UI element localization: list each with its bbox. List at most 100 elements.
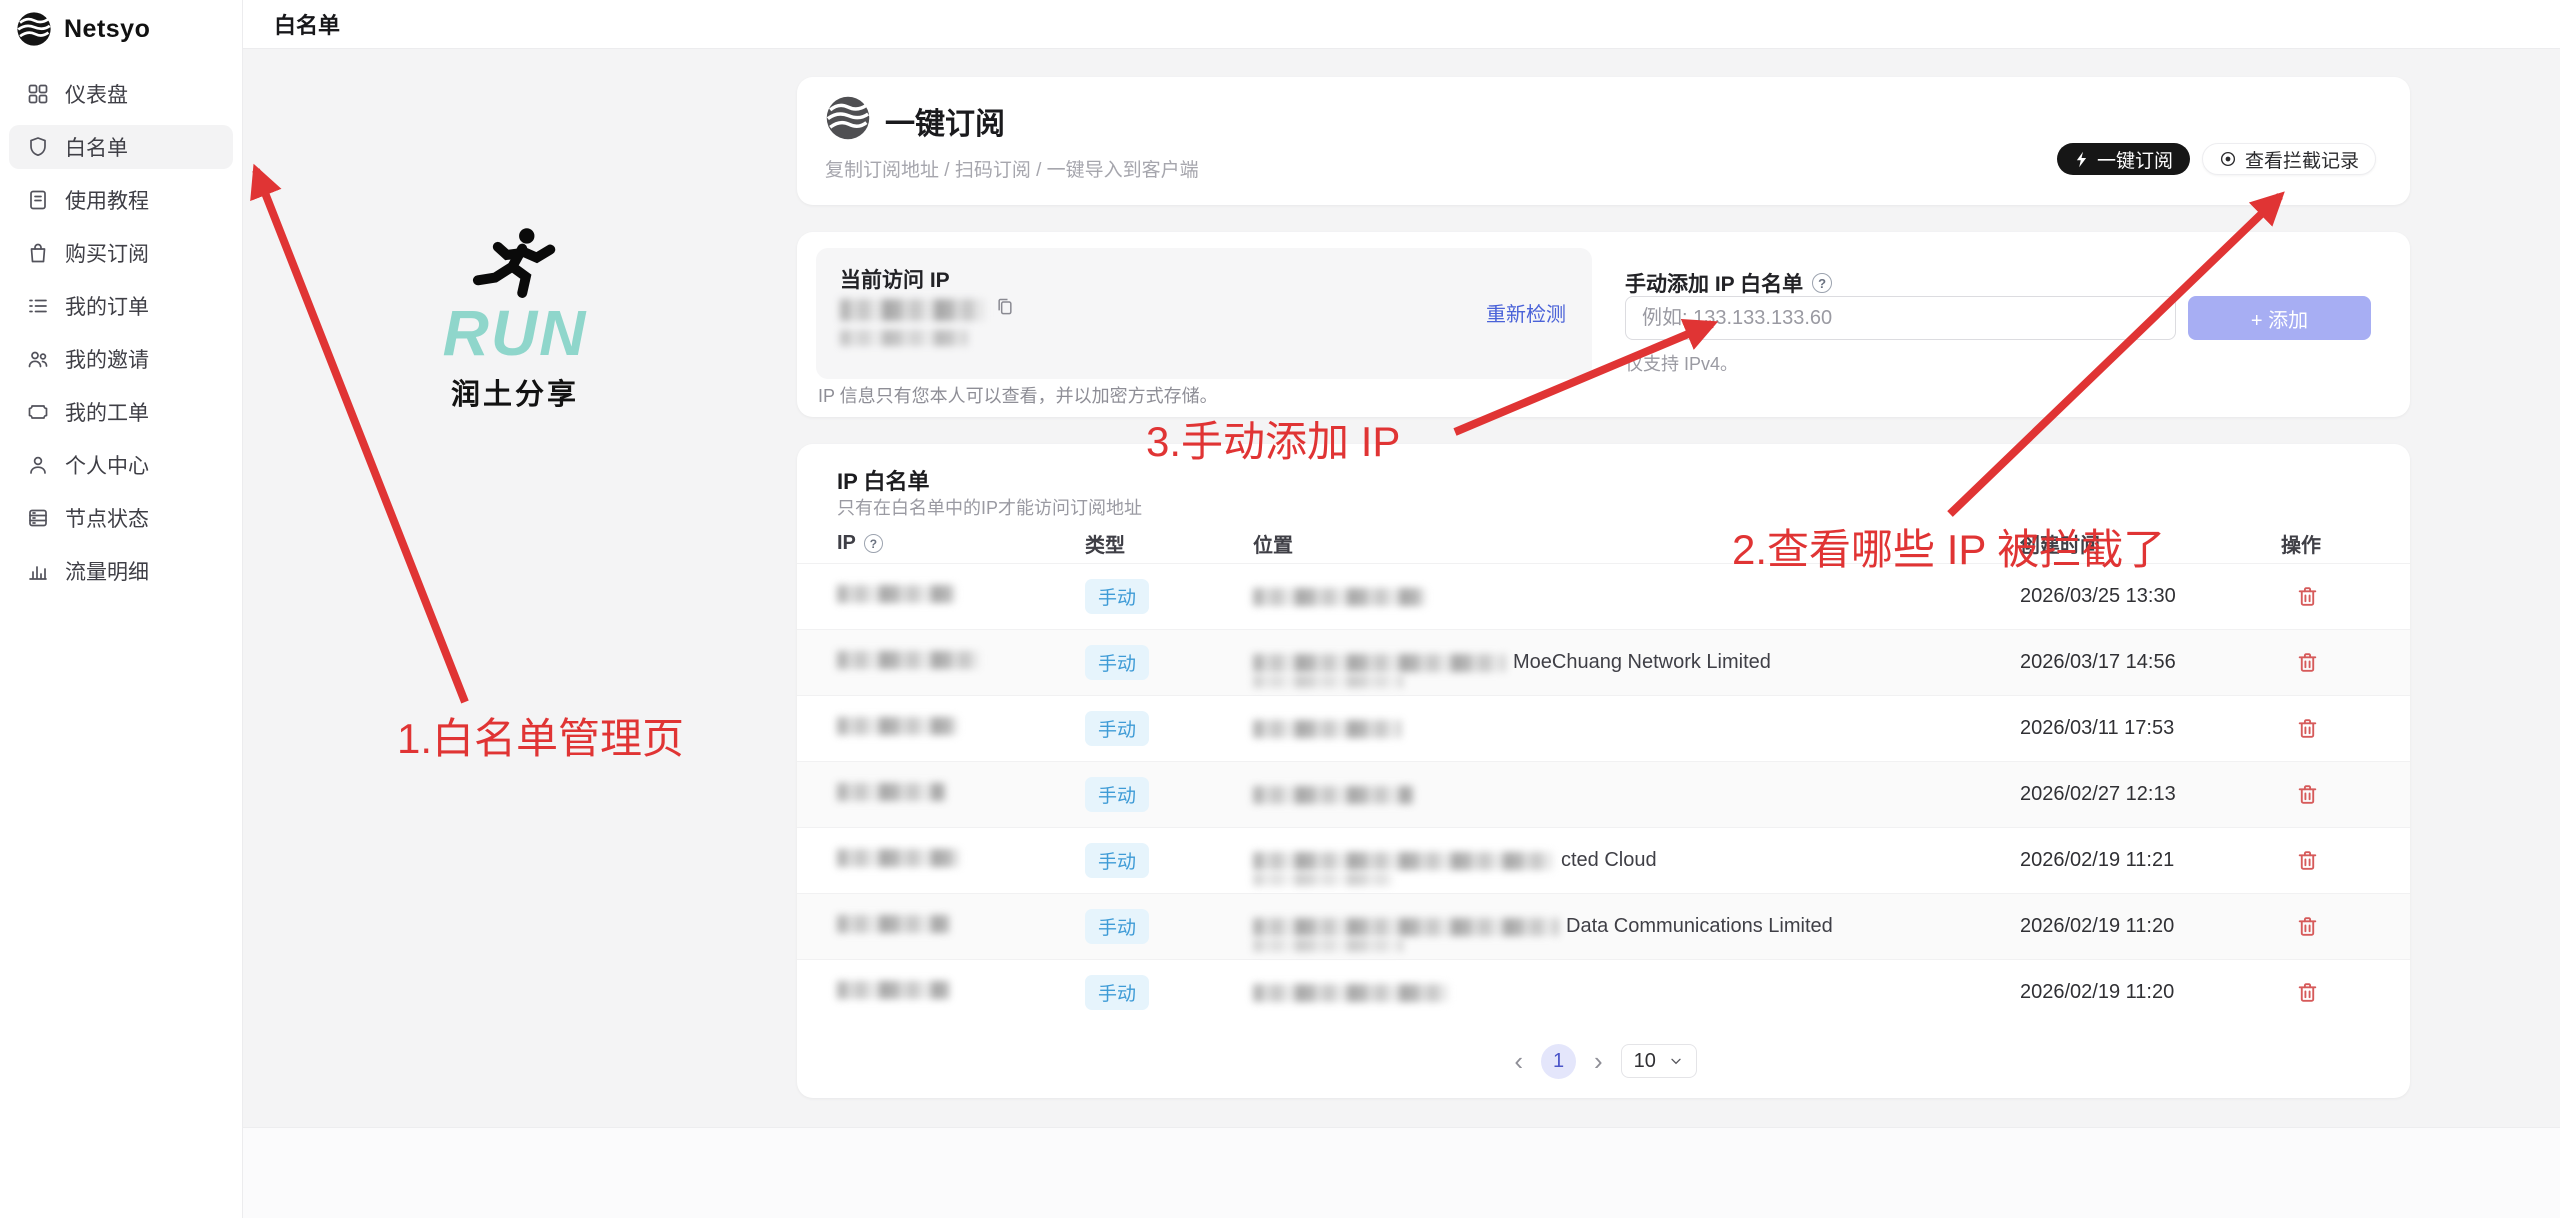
type-badge: 手动 [1085, 579, 1149, 614]
table-row: 手动 2026/03/11 17:53 [797, 695, 2410, 761]
table-row: 手动 Data Communications Limited 2026/02/1… [797, 893, 2410, 959]
current-ip-location [840, 330, 968, 351]
help-icon[interactable]: ? [1812, 273, 1832, 293]
delete-ip-button[interactable] [2291, 779, 2323, 811]
pagination: ‹ 1 › 10 [797, 1024, 2410, 1098]
table-header-row: IP ? 类型 位置 创建时间 操作 [797, 524, 2410, 563]
sidebar-item-node-status[interactable]: 节点状态 [9, 496, 233, 540]
document-icon [26, 188, 50, 212]
type-badge: 手动 [1085, 645, 1149, 680]
type-badge: 手动 [1085, 711, 1149, 746]
delete-ip-button[interactable] [2291, 845, 2323, 877]
location-text: Data Communications Limited [1566, 915, 1833, 938]
copy-icon[interactable] [995, 296, 1015, 323]
run-watermark-title: RUN [430, 301, 600, 365]
sidebar-item-profile[interactable]: 个人中心 [9, 443, 233, 487]
netsyo-globe-icon [825, 95, 871, 146]
delete-ip-button[interactable] [2291, 977, 2323, 1009]
sidebar-nav: 仪表盘 白名单 使用教程 购买订阅 我的订单 我的邀请 [0, 72, 242, 593]
view-blocked-records-button[interactable]: 查看拦截记录 [2202, 143, 2376, 175]
user-icon [26, 453, 50, 477]
delete-ip-button[interactable] [2291, 647, 2323, 679]
prev-page-button[interactable]: ‹ [1510, 1048, 1527, 1074]
sidebar-item-my-invites[interactable]: 我的邀请 [9, 337, 233, 381]
page-number-button[interactable]: 1 [1541, 1044, 1576, 1079]
sidebar-item-label: 节点状态 [65, 503, 149, 533]
trash-icon [2295, 914, 2320, 939]
recheck-link[interactable]: 重新检测 [1486, 298, 1566, 327]
redacted-location [1253, 654, 1505, 672]
current-ip-value [840, 296, 1015, 323]
whitelist-subtitle: 只有在白名单中的IP才能访问订阅地址 [837, 494, 1142, 520]
sidebar-item-traffic-detail[interactable]: 流量明细 [9, 549, 233, 593]
table-row: 手动 2026/02/27 12:13 [797, 761, 2410, 827]
bar-chart-icon [26, 559, 50, 583]
column-header-type: 类型 [1085, 529, 1253, 558]
netsyo-logo-icon [16, 11, 52, 47]
column-header-ip-label: IP [837, 532, 856, 555]
sidebar-item-my-tickets[interactable]: 我的工单 [9, 390, 233, 434]
add-ip-button[interactable]: + 添加 [2188, 296, 2371, 340]
chevron-down-icon [1668, 1053, 1684, 1069]
redacted-location-line2 [1253, 939, 1403, 952]
manual-add-label-row: 手动添加 IP 白名单 ? [1625, 268, 1832, 298]
list-icon [26, 294, 50, 318]
redacted-ip [837, 585, 955, 603]
sidebar-item-buy-subscription[interactable]: 购买订阅 [9, 231, 233, 275]
sidebar-item-dashboard[interactable]: 仪表盘 [9, 72, 233, 116]
run-watermark-caption: 润土分享 [430, 371, 600, 413]
sidebar-item-label: 个人中心 [65, 450, 149, 480]
delete-ip-button[interactable] [2291, 713, 2323, 745]
subscribe-card: 一键订阅 复制订阅地址 / 扫码订阅 / 一键导入到客户端 一键订阅 查看拦截记… [797, 77, 2410, 205]
manual-add-title: 手动添加 IP 白名单 [1625, 268, 1803, 298]
sidebar-item-label: 使用教程 [65, 185, 149, 215]
shopping-bag-icon [26, 241, 50, 265]
created-time: 2026/03/17 14:56 [2020, 651, 2281, 674]
manual-ip-input[interactable] [1625, 296, 2176, 340]
created-time: 2026/02/19 11:21 [2020, 849, 2281, 872]
one-click-subscribe-label: 一键订阅 [2097, 146, 2173, 173]
page-size-value: 10 [1634, 1050, 1656, 1073]
subscribe-subtitle: 复制订阅地址 / 扫码订阅 / 一键导入到客户端 [825, 155, 1199, 182]
sidebar-item-label: 我的邀请 [65, 344, 149, 374]
type-badge: 手动 [1085, 975, 1149, 1010]
sidebar-item-label: 仪表盘 [65, 79, 128, 109]
shield-icon [26, 135, 50, 159]
sidebar-item-whitelist[interactable]: 白名单 [9, 125, 233, 169]
sidebar-item-tutorial[interactable]: 使用教程 [9, 178, 233, 222]
trash-icon [2295, 584, 2320, 609]
sidebar-item-my-orders[interactable]: 我的订单 [9, 284, 233, 328]
brand[interactable]: Netsyo [0, 0, 242, 48]
whitelist-table-card: IP 白名单 只有在白名单中的IP才能访问订阅地址 IP ? 类型 位置 创建时… [797, 444, 2410, 1098]
trash-icon [2295, 650, 2320, 675]
redacted-location-line2 [1253, 873, 1393, 886]
column-header-ip: IP ? [837, 532, 1085, 555]
delete-ip-button[interactable] [2291, 581, 2323, 613]
ticket-icon [26, 400, 50, 424]
run-watermark: RUN 润土分享 [430, 226, 600, 413]
table-body: 手动 2026/03/25 13:30 手动 MoeChuang Network… [797, 563, 2410, 1025]
location-text: cted Cloud [1561, 849, 1657, 872]
whitelist-page: 白名单 Netsyo 仪表盘 白名单 [0, 0, 2560, 1218]
page-size-select[interactable]: 10 [1621, 1044, 1697, 1078]
redacted-ip [837, 981, 949, 999]
table-row: 手动 MoeChuang Network Limited 2026/03/17 … [797, 629, 2410, 695]
redacted-location-line2 [1253, 675, 1403, 688]
created-time: 2026/03/25 13:30 [2020, 585, 2281, 608]
footer-strip [243, 1127, 2560, 1218]
next-page-button[interactable]: › [1590, 1048, 1607, 1074]
redacted-location [1253, 720, 1401, 738]
redacted-location [1253, 984, 1448, 1002]
sidebar: Netsyo 仪表盘 白名单 使用教程 购买订阅 我的订单 [0, 0, 243, 1218]
sidebar-item-label: 流量明细 [65, 556, 149, 586]
whitelist-title: IP 白名单 [837, 464, 930, 496]
created-time: 2026/02/19 11:20 [2020, 915, 2281, 938]
dashboard-icon [26, 82, 50, 106]
redacted-location [1253, 918, 1558, 936]
one-click-subscribe-button[interactable]: 一键订阅 [2057, 143, 2190, 175]
page-title: 白名单 [274, 8, 340, 40]
delete-ip-button[interactable] [2291, 911, 2323, 943]
lightning-icon [2074, 151, 2089, 168]
created-time: 2026/03/11 17:53 [2020, 717, 2281, 740]
ip-help-icon[interactable]: ? [864, 534, 883, 553]
